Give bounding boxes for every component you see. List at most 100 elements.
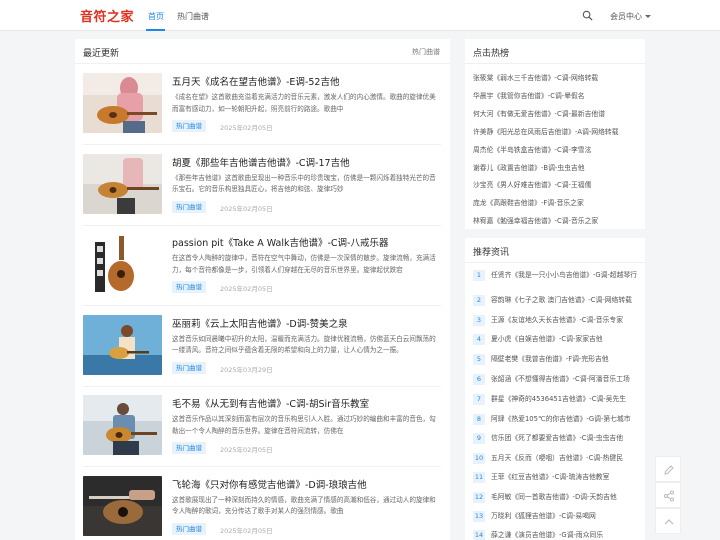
article-thumbnail[interactable] bbox=[83, 153, 162, 214]
rank-number-badge: 10 bbox=[473, 453, 485, 464]
hot-ranking-item[interactable]: 沙宝亮《男人好难吉他谱》-C调-王福儒 bbox=[473, 179, 641, 189]
article-title[interactable]: passion pit《Take A Walk吉他谱》-C调-八戒乐器 bbox=[172, 235, 440, 249]
article-excerpt: 这首音乐作品以其深刻而富有层次的音乐构思引人入胜。通过巧妙的编曲和丰富的音色，勾… bbox=[172, 415, 436, 435]
recommend-item-title[interactable]: 王菲《红豆吉他谱》-C调-琉涛吉他教室 bbox=[491, 472, 641, 483]
article-title[interactable]: 飞轮海《只对你有感觉吉他谱》-D调-琅琅吉他 bbox=[172, 477, 440, 491]
site-header: 音符之家 首页 热门曲谱 会员中心 bbox=[0, 0, 720, 31]
user-center-menu[interactable]: 会员中心 bbox=[610, 11, 651, 22]
pencil-icon bbox=[664, 465, 674, 475]
hot-ranking-item[interactable]: 谢春儿《政置吉他谱》-B调-虫虫吉他 bbox=[473, 162, 641, 172]
article-excerpt: 《成名在望》这首歌曲充溢着充满活力的音乐元素，激发人们的内心激情。歌曲的旋律优美… bbox=[172, 93, 436, 113]
recommend-item-title[interactable]: 薛之谦《演员吉他谱》-G调-雨众同乐 bbox=[491, 530, 641, 540]
article-item[interactable]: 胡夏《那些年吉他谱吉他谱》-C调-17吉他《那些年吉他谱》这首歌曲呈现出一种音乐… bbox=[83, 146, 441, 226]
article-thumbnail[interactable] bbox=[83, 73, 162, 133]
recommend-item[interactable]: 5 隔壁老樊《我曾吉他谱》-F调-完形吉他 bbox=[473, 354, 643, 368]
article-date: 2025年02月05日 bbox=[220, 446, 273, 454]
hot-ranking-item[interactable]: 周杰伦《半岛铁盒吉他谱》-C调-李雪泫 bbox=[473, 144, 641, 154]
recommend-item[interactable]: 4 夏小虎《自娱吉他谱》-C调-家家吉他 bbox=[473, 334, 643, 348]
article-category-tag[interactable]: 热门曲谱 bbox=[172, 522, 206, 535]
article-item[interactable]: 五月天《成名在望吉他谱》-E调-52吉他《成名在望》这首歌曲充溢着充满活力的音乐… bbox=[83, 65, 441, 145]
recommend-item[interactable]: 9 信乐团《死了都要爱吉他谱》-C调-虫虫吉他 bbox=[473, 433, 643, 447]
share-button[interactable] bbox=[655, 482, 681, 508]
panel-title: 最近更新 bbox=[83, 49, 120, 59]
article-title[interactable]: 毛不易《从无到有吉他谱》-C调-胡Sir音乐教室 bbox=[172, 396, 440, 410]
recommend-item-title[interactable]: 任贤齐《我是一只小小鸟吉他谱》-G调-超越琴行 bbox=[491, 270, 641, 281]
article-excerpt: 在这首令人陶醉的旋律中，音符在空气中舞动，仿佛是一次深情的散步。旋律流畅，充满活… bbox=[172, 254, 436, 274]
article-thumbnail[interactable] bbox=[83, 314, 162, 375]
nav-home[interactable]: 首页 bbox=[148, 11, 164, 22]
search-icon[interactable] bbox=[582, 10, 593, 21]
article-title[interactable]: 五月天《成名在望吉他谱》-E调-52吉他 bbox=[172, 74, 440, 88]
recommend-item[interactable]: 10 五月天《反而（哽咽）吉他谱》-C调-热健民 bbox=[473, 453, 643, 467]
recommend-item[interactable]: 8 阿肆《热爱105℃的你吉他谱》-G调-第七城市 bbox=[473, 414, 643, 428]
rank-number-badge: 5 bbox=[473, 354, 485, 365]
rank-number-badge: 6 bbox=[473, 374, 485, 385]
hot-ranking-item[interactable]: 何大河《有做无爱吉他谱》-C调-最新吉他谱 bbox=[473, 108, 641, 118]
back-to-top-button[interactable] bbox=[655, 508, 681, 534]
rank-number-badge: 11 bbox=[473, 472, 485, 483]
article-thumbnail[interactable] bbox=[83, 395, 162, 455]
article-date: 2025年02月05日 bbox=[220, 526, 273, 535]
recommend-item[interactable]: 12 毛阿敏《同一首歌吉他谱》-D调-天韵吉他 bbox=[473, 492, 643, 506]
rank-number-badge: 14 bbox=[473, 530, 485, 540]
recommend-item[interactable]: 7 群星《神奇的4536451吉他谱》-C调-吴先生 bbox=[473, 394, 643, 408]
hot-ranking-item[interactable]: 许美静《阳光总在风雨后吉他谱》-A调-网络转载 bbox=[473, 126, 641, 136]
article-title[interactable]: 胡夏《那些年吉他谱吉他谱》-C调-17吉他 bbox=[172, 155, 440, 169]
nav-active-indicator bbox=[146, 29, 165, 31]
hot-ranking-item[interactable]: 华晨宇《我管你吉他谱》-C调-晕假名 bbox=[473, 90, 641, 100]
article-category-tag[interactable]: 热门曲谱 bbox=[172, 281, 206, 293]
recommend-item-title[interactable]: 五月天《反而（哽咽）吉他谱》-C调-热健民 bbox=[491, 453, 641, 464]
recommend-item-title[interactable]: 万晓利《狐狸吉他谱》-C调-易喝网 bbox=[491, 511, 641, 522]
article-item[interactable]: 毛不易《从无到有吉他谱》-C调-胡Sir音乐教室这首音乐作品以其深刻而富有层次的… bbox=[83, 387, 441, 467]
recommend-item[interactable]: 13 万晓利《狐狸吉他谱》-C调-易喝网 bbox=[473, 511, 643, 525]
article-category-tag[interactable]: 热门曲谱 bbox=[172, 200, 206, 213]
article-category-tag[interactable]: 热门曲谱 bbox=[172, 120, 206, 132]
article-item[interactable]: passion pit《Take A Walk吉他谱》-C调-八戒乐器在这首令人… bbox=[83, 226, 441, 306]
nav-hot-scores[interactable]: 热门曲谱 bbox=[177, 11, 209, 22]
recommend-item-title[interactable]: 王源《友谊地久天长吉他谱》-C调-音乐专家 bbox=[491, 315, 641, 326]
panel-more-link[interactable]: 热门曲谱 bbox=[412, 47, 440, 57]
recommend-item[interactable]: 2 容韵琳《七子之歌 澳门吉他谱》-C调-网络转载 bbox=[473, 295, 643, 309]
article-excerpt: 《那些年吉他谱》这首歌曲呈现出一种音乐中的珍贵瑰宝，仿佛是一颗闪烁着独特光芒的音… bbox=[172, 173, 436, 194]
user-center-label: 会员中心 bbox=[610, 12, 642, 21]
article-item[interactable]: 巫丽莉《云上太阳吉他谱》-D调-赞美之泉这首音乐如同晨曦中初升的太阳，温暖而充满… bbox=[83, 307, 441, 387]
hot-ranking-item[interactable]: 庞龙《高跟鞋吉他谱》-F调-音乐之家 bbox=[473, 197, 641, 207]
recommend-item-title[interactable]: 夏小虎《自娱吉他谱》-C调-家家吉他 bbox=[491, 334, 641, 345]
recommend-item-title[interactable]: 阿肆《热爱105℃的你吉他谱》-G调-第七城市 bbox=[491, 414, 641, 425]
panel-header: 最近更新 热门曲谱 bbox=[75, 39, 450, 64]
article-thumbnail[interactable] bbox=[83, 234, 162, 294]
hot-ranking-header: 点击热榜 bbox=[465, 39, 645, 64]
article-date: 2025年02月05日 bbox=[220, 204, 273, 213]
recommend-item-title[interactable]: 容韵琳《七子之歌 澳门吉他谱》-C调-网络转载 bbox=[491, 295, 641, 306]
recommend-item-title[interactable]: 隔壁老樊《我曾吉他谱》-F调-完形吉他 bbox=[491, 354, 641, 365]
recommend-item[interactable]: 3 王源《友谊地久天长吉他谱》-C调-音乐专家 bbox=[473, 315, 643, 329]
recommend-item-title[interactable]: 张韶涵《不想懂得吉他谱》-C调-阿潘音乐工场 bbox=[491, 374, 641, 385]
rank-number-badge: 7 bbox=[473, 394, 485, 405]
recommend-item-title[interactable]: 群星《神奇的4536451吉他谱》-C调-吴先生 bbox=[491, 394, 641, 405]
article-excerpt: 这首音乐如同晨曦中初升的太阳，温暖而充满活力。旋律优雅流畅，仿佛蓝天白云间飘荡的… bbox=[172, 334, 436, 355]
edit-button[interactable] bbox=[655, 456, 681, 482]
rank-number-badge: 1 bbox=[473, 270, 485, 281]
article-date: 2025年02月05日 bbox=[220, 285, 273, 293]
article-item[interactable]: 飞轮海《只对你有感觉吉他谱》-D调-琅琅吉他这首歌展现出了一种深刻而持久的情感，… bbox=[83, 468, 441, 540]
hot-ranking-item[interactable]: 张筱棠《弱水三千吉他谱》-C调-网络转载 bbox=[473, 72, 641, 82]
recommend-header: 推荐资讯 bbox=[465, 238, 645, 263]
recommend-item[interactable]: 14 薛之谦《演员吉他谱》-G调-雨众同乐 bbox=[473, 530, 643, 540]
recommend-item-title[interactable]: 信乐团《死了都要爱吉他谱》-C调-虫虫吉他 bbox=[491, 433, 641, 444]
article-category-tag[interactable]: 热门曲谱 bbox=[172, 442, 206, 454]
article-excerpt: 这首歌展现出了一种深刻而持久的情感，歌曲充满了情感的高潮和低谷，通过动人的旋律和… bbox=[172, 495, 436, 516]
article-date: 2025年03月29日 bbox=[220, 365, 273, 374]
recommend-item[interactable]: 1 任贤齐《我是一只小小鸟吉他谱》-G调-超越琴行 bbox=[473, 270, 643, 284]
rank-number-badge: 13 bbox=[473, 511, 485, 522]
site-logo[interactable]: 音符之家 bbox=[80, 6, 134, 25]
rank-number-badge: 12 bbox=[473, 492, 485, 503]
recommend-item-title[interactable]: 毛阿敏《同一首歌吉他谱》-D调-天韵吉他 bbox=[491, 492, 641, 503]
recommend-item[interactable]: 11 王菲《红豆吉他谱》-C调-琉涛吉他教室 bbox=[473, 472, 643, 486]
rank-number-badge: 9 bbox=[473, 433, 485, 444]
chevron-down-icon bbox=[645, 15, 651, 18]
article-title[interactable]: 巫丽莉《云上太阳吉他谱》-D调-赞美之泉 bbox=[172, 316, 440, 330]
article-category-tag[interactable]: 热门曲谱 bbox=[172, 361, 206, 374]
recommend-item[interactable]: 6 张韶涵《不想懂得吉他谱》-C调-阿潘音乐工场 bbox=[473, 374, 643, 388]
article-thumbnail[interactable] bbox=[83, 475, 162, 536]
hot-ranking-item[interactable]: 林宥嘉《勉强幸福吉他谱》-C调-音乐之家 bbox=[473, 215, 641, 225]
